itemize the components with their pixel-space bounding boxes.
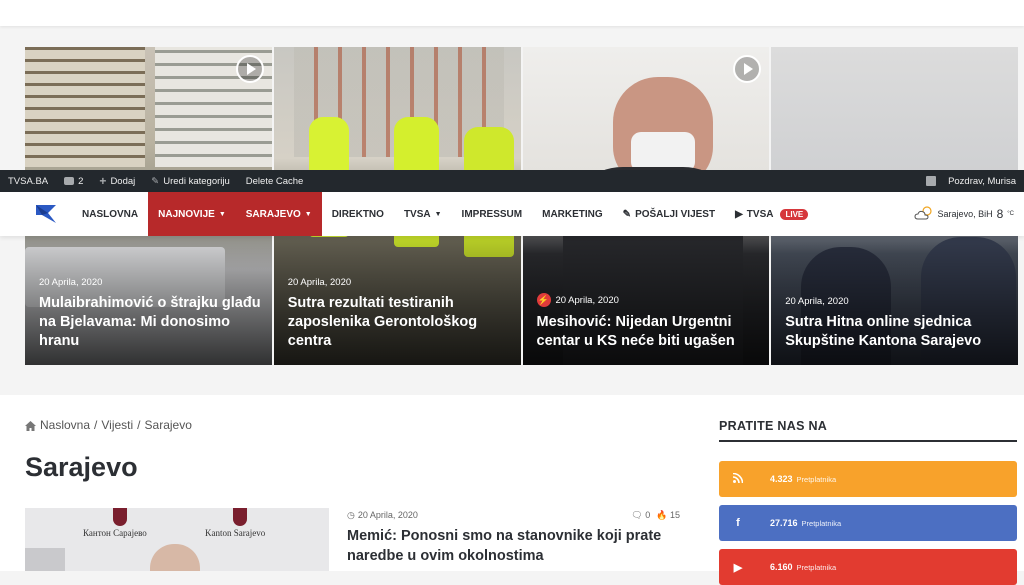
admin-edit-category[interactable]: ✎ Uredi kategoriju (143, 170, 238, 192)
clock-icon: ◷ (347, 510, 355, 520)
home-icon (25, 420, 36, 431)
social-count: 4.323 (770, 474, 793, 484)
slide-date: 20 Aprila, 2020 (287, 277, 352, 288)
youtube-icon: ▶ (733, 561, 743, 574)
admin-add-new[interactable]: + Dodaj (91, 170, 143, 192)
post-title[interactable]: Memić: Ponosni smo na stanovnike koji pr… (347, 526, 677, 566)
chevron-down-icon: ▼ (434, 210, 442, 218)
pencil-icon: ✎ (151, 175, 160, 187)
nav-sarajevo[interactable]: Sarajevo ▼ (235, 192, 322, 236)
user-icon (926, 176, 937, 186)
page-title: Sarajevo (25, 452, 138, 482)
slide-date: 20 Aprila, 2020 (39, 277, 103, 288)
slide-title[interactable]: Sutra rezultati testiranih zaposlenika G… (288, 294, 511, 351)
nav-marketing[interactable]: Marketing (532, 192, 613, 236)
admin-comments[interactable]: 2 (56, 170, 91, 192)
breadcrumb-home[interactable]: Naslovna (40, 418, 90, 432)
live-badge: LIVE (780, 208, 809, 220)
top-header-strip (0, 0, 1024, 26)
slide-date: 20 Aprila, 2020 (555, 294, 619, 306)
nav-najnovije[interactable]: Najnovije ▼ (148, 192, 236, 236)
breadcrumb: Naslovna / Vijesti / Sarajevo (25, 418, 192, 432)
edit-icon: ✎ (622, 208, 632, 220)
comment-icon (64, 177, 75, 185)
slide-title[interactable]: Mesihović: Nijedan Urgentni centar u KS … (537, 313, 760, 351)
nav-direktno[interactable]: Direktno (322, 192, 394, 236)
site-logo[interactable] (34, 202, 58, 226)
nav-tvsa-menu[interactable]: TVSA ▼ (394, 192, 452, 236)
weather-location: Sarajevo, BiH (937, 209, 993, 219)
weather-widget: Sarajevo, BiH 8 °C (914, 206, 1014, 222)
post-date: 20 Aprila, 2020 (357, 510, 418, 520)
nav-tvsa-live[interactable]: ▶ TVSA LIVE (725, 192, 818, 236)
widget-divider (719, 440, 1017, 442)
admin-delete-cache[interactable]: Delete Cache (238, 170, 312, 192)
flash-icon: ⚡ (536, 293, 551, 307)
breadcrumb-current: Sarajevo (144, 418, 192, 432)
widget-title: PRATITE NAS NA (719, 419, 828, 433)
weather-unit: °C (1007, 211, 1014, 217)
post-comments: 0 (645, 510, 651, 520)
play-icon: ▶ (735, 208, 743, 220)
social-label: Pretplatnika (796, 474, 837, 484)
social-label: Pretplatnika (801, 518, 842, 528)
social-youtube[interactable]: ▶ 6.160 Pretplatnika (719, 549, 1017, 585)
slide-date: 20 Aprila, 2020 (785, 296, 849, 307)
social-facebook[interactable]: f 27.716 Pretplatnika (719, 505, 1017, 541)
post-meta: ◷ 20 Aprila, 2020 🗨 0 🔥 15 (347, 510, 680, 521)
comment-icon: 🗨 (631, 510, 643, 520)
admin-bar: TVSA.BA 2 + Dodaj ✎ Uredi kategoriju Del… (0, 170, 1024, 192)
nav-naslovna[interactable]: Naslovna (72, 192, 148, 236)
plus-icon: + (99, 174, 107, 188)
slide-title[interactable]: Mulaibrahimović o štrajku glađu na Bjela… (39, 294, 262, 351)
rss-icon (719, 472, 757, 486)
post-thumbnail[interactable]: Кантон Сарајево Kanton Sarajevo (25, 508, 329, 571)
admin-account[interactable]: Pozdrav, Murisa (918, 170, 1024, 192)
cloud-sun-icon (914, 206, 934, 222)
main-content: Naslovna / Vijesti / Sarajevo Sarajevo К… (0, 395, 1024, 585)
nav-impressum[interactable]: Impressum (452, 192, 533, 236)
post-views: 15 (669, 510, 680, 520)
admin-site-link[interactable]: TVSA.BA (0, 170, 56, 192)
nav-posalji-vijest[interactable]: ✎ Pošalji vijest (613, 192, 725, 236)
social-rss[interactable]: 4.323 Pretplatnika (719, 461, 1017, 497)
slide-title[interactable]: Sutra Hitna online sjednica Skupštine Ka… (785, 313, 1008, 351)
weather-temp: 8 (996, 207, 1004, 221)
main-nav: Naslovna Najnovije ▼ Sarajevo ▼ Direktno T… (0, 192, 1024, 236)
breadcrumb-section[interactable]: Vijesti (101, 418, 133, 432)
chevron-down-icon: ▼ (304, 210, 312, 218)
chevron-down-icon: ▼ (218, 210, 226, 218)
play-icon[interactable] (235, 55, 264, 83)
fire-icon: 🔥 (656, 510, 668, 520)
facebook-icon: f (736, 517, 740, 529)
social-count: 27.716 (770, 518, 798, 528)
social-label: Pretplatnika (796, 562, 837, 572)
